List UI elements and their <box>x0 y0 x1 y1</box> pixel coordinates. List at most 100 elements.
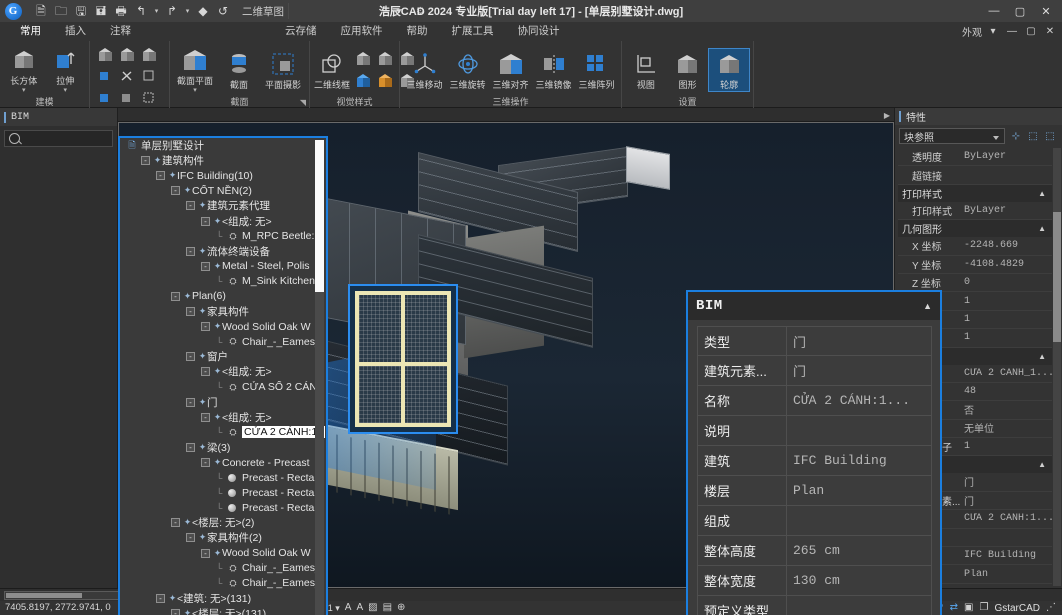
bim-tree-vertical-scrollbar[interactable] <box>315 140 324 615</box>
bim-property-value[interactable] <box>787 416 931 445</box>
property-value[interactable]: -4108.4829 <box>964 259 1052 270</box>
tree-node[interactable]: 🗎单层别墅设计 <box>120 138 326 153</box>
tree-node[interactable]: -✦<建筑: 无>(131) <box>120 591 326 606</box>
coordinate-display[interactable]: 7405.8197, 2772.9741, 0 <box>5 602 111 613</box>
tree-expander-icon[interactable]: - <box>156 594 165 603</box>
tree-expander-icon[interactable]: - <box>171 186 180 195</box>
undo-icon[interactable]: ↰ <box>132 2 150 20</box>
pick-add-icon[interactable]: ⊹ <box>1008 128 1024 144</box>
extrude-face-icon[interactable] <box>94 65 116 87</box>
property-value[interactable]: CỬA 2 CÁNH_1... <box>964 368 1052 379</box>
wireframe-3d-icon[interactable] <box>374 48 396 70</box>
property-value[interactable]: 48 <box>964 386 1052 397</box>
property-value[interactable]: 否 <box>964 402 1052 418</box>
property-row[interactable]: Y 坐标-4108.4829 <box>898 256 1052 274</box>
graphics-button[interactable]: 图形 <box>668 49 708 91</box>
select-object-icon[interactable]: ⬚ <box>1025 128 1041 144</box>
tree-expander-icon[interactable]: - <box>186 247 195 256</box>
tree-node[interactable]: └⛭CỬA SỐ 2 CÁNH <box>120 380 326 395</box>
bim-property-value[interactable]: IFC Building <box>787 446 931 475</box>
tree-node[interactable]: -✦CỐT NỀN(2) <box>120 183 326 198</box>
isolate-objects-icon[interactable]: ▨ <box>368 603 377 613</box>
gear-icon[interactable]: ⚙ <box>416 6 425 17</box>
tree-node[interactable]: -✦<组成: 无> <box>120 410 326 425</box>
selected-door-object[interactable] <box>348 284 458 434</box>
tab-help[interactable]: 帮助 <box>395 22 440 41</box>
bim-dialog-row[interactable]: 建筑元素...门 <box>697 356 932 386</box>
property-row[interactable]: 打印样式ByLayer <box>898 202 1052 220</box>
bim-property-value[interactable]: Plan <box>787 476 931 505</box>
property-value[interactable]: 1 <box>964 296 1052 307</box>
wireframe-2d-button[interactable]: 二维线框 <box>314 49 350 91</box>
subtract-icon[interactable] <box>116 43 138 65</box>
property-value[interactable]: Plan <box>964 569 1052 580</box>
annotation-visibility-icon[interactable]: A <box>345 603 352 613</box>
bim-property-value[interactable]: 门 <box>787 327 931 355</box>
tab-applications[interactable]: 应用软件 <box>329 22 395 41</box>
tree-expander-icon[interactable]: - <box>186 307 195 316</box>
tree-expander-icon[interactable]: - <box>201 549 210 558</box>
tree-node[interactable]: -✦<楼层: 无>(131) <box>120 606 326 615</box>
bim-property-value[interactable]: CỬA 2 CÁNH:1... <box>787 386 931 415</box>
copy-edge-icon[interactable] <box>116 87 138 109</box>
property-row[interactable]: 透明度ByLayer <box>898 148 1052 166</box>
layers-icon[interactable]: ◆ <box>194 2 212 20</box>
refresh-icon[interactable]: ↺ <box>214 2 232 20</box>
save-icon[interactable]: 🖫 <box>72 2 90 20</box>
redo-icon[interactable]: ↱ <box>163 2 181 20</box>
shaded-style-icon[interactable] <box>374 70 396 92</box>
tree-node[interactable]: └Precast - Rectan <box>120 500 326 515</box>
property-value[interactable]: 无单位 <box>964 420 1052 436</box>
tree-expander-icon[interactable]: - <box>186 201 195 210</box>
tree-node[interactable]: -✦建筑构件 <box>120 153 326 168</box>
tree-node[interactable]: -✦IFC Building(10) <box>120 168 326 183</box>
property-group-header[interactable]: 打印样式▲ <box>898 185 1052 202</box>
scrollbar-thumb[interactable] <box>1053 212 1061 342</box>
redo-dropdown-icon[interactable]: ▾ <box>183 7 192 15</box>
tree-node[interactable]: -✦门 <box>120 395 326 410</box>
property-row[interactable]: X 坐标-2248.669 <box>898 237 1052 255</box>
tree-expander-icon[interactable]: - <box>171 609 180 615</box>
tab-express-tools[interactable]: 扩展工具 <box>440 22 506 41</box>
tree-node[interactable]: -✦流体终端设备 <box>120 244 326 259</box>
property-value[interactable]: ByLayer <box>964 205 1052 216</box>
bim-properties-dialog[interactable]: BIM ▲ 类型门建筑元素...门名称CỬA 2 CÁNH:1...说明建筑IF… <box>686 290 942 615</box>
align-3d-button[interactable]: 三维对齐 <box>490 49 531 91</box>
tree-node[interactable]: -✦家具构件(2) <box>120 530 326 545</box>
resize-grip-icon[interactable]: ⋰ <box>1046 603 1056 613</box>
property-value[interactable]: -2248.669 <box>964 240 1052 251</box>
viewport-scroll-right-icon[interactable]: ▶ <box>884 111 890 120</box>
section-button[interactable]: 截面 <box>218 49 260 91</box>
section-dialog-launcher[interactable]: ◥ <box>300 98 306 107</box>
tree-node[interactable]: └Precast - Rectan <box>120 470 326 485</box>
mirror-3d-button[interactable]: 三维镜像 <box>533 49 574 91</box>
tree-node[interactable]: -✦Concrete - Precast <box>120 455 326 470</box>
collapse-icon[interactable]: ▲ <box>1038 352 1046 361</box>
move-3d-button[interactable]: 三维移动 <box>404 49 445 91</box>
tree-node[interactable]: -✦Wood Solid Oak W <box>120 546 326 561</box>
layout-grid-icon[interactable]: ▤ <box>383 603 392 613</box>
tree-node[interactable]: └⛭Chair_-_Eames_ <box>120 576 326 591</box>
property-row[interactable]: 超链接 <box>898 166 1052 184</box>
appearance-dropdown-icon[interactable]: ▾ <box>985 24 1001 40</box>
bim-dialog-row[interactable]: 预定义类型 <box>697 596 932 615</box>
bim-property-value[interactable] <box>787 506 931 535</box>
bim-dialog-row[interactable]: 建筑IFC Building <box>697 446 932 476</box>
bim-dialog-row[interactable]: 说明 <box>697 416 932 446</box>
hidden-style-icon[interactable] <box>352 48 374 70</box>
slice-icon[interactable] <box>116 65 138 87</box>
doc-close-button[interactable]: ✕ <box>1042 24 1058 40</box>
tree-node[interactable]: -✦窗户 <box>120 349 326 364</box>
bim-tree-palette[interactable]: 🗎单层别墅设计-✦建筑构件-✦IFC Building(10)-✦CỐT NỀN… <box>118 136 328 615</box>
tree-expander-icon[interactable]: - <box>156 171 165 180</box>
section-plane-button[interactable]: 截面平面 ▾ <box>174 45 216 95</box>
bim-dialog-row[interactable]: 楼层Plan <box>697 476 932 506</box>
property-value[interactable]: 门 <box>964 474 1052 490</box>
quick-select-icon[interactable]: ⬚ <box>1042 128 1058 144</box>
tree-node[interactable]: -✦家具构件 <box>120 304 326 319</box>
tree-node[interactable]: └⛭Chair_-_Eames_ <box>120 334 326 349</box>
property-value[interactable]: 1 <box>964 314 1052 325</box>
property-value[interactable]: 0 <box>964 277 1052 288</box>
tree-expander-icon[interactable]: - <box>201 262 210 271</box>
close-button[interactable]: ✕ <box>1034 1 1058 21</box>
